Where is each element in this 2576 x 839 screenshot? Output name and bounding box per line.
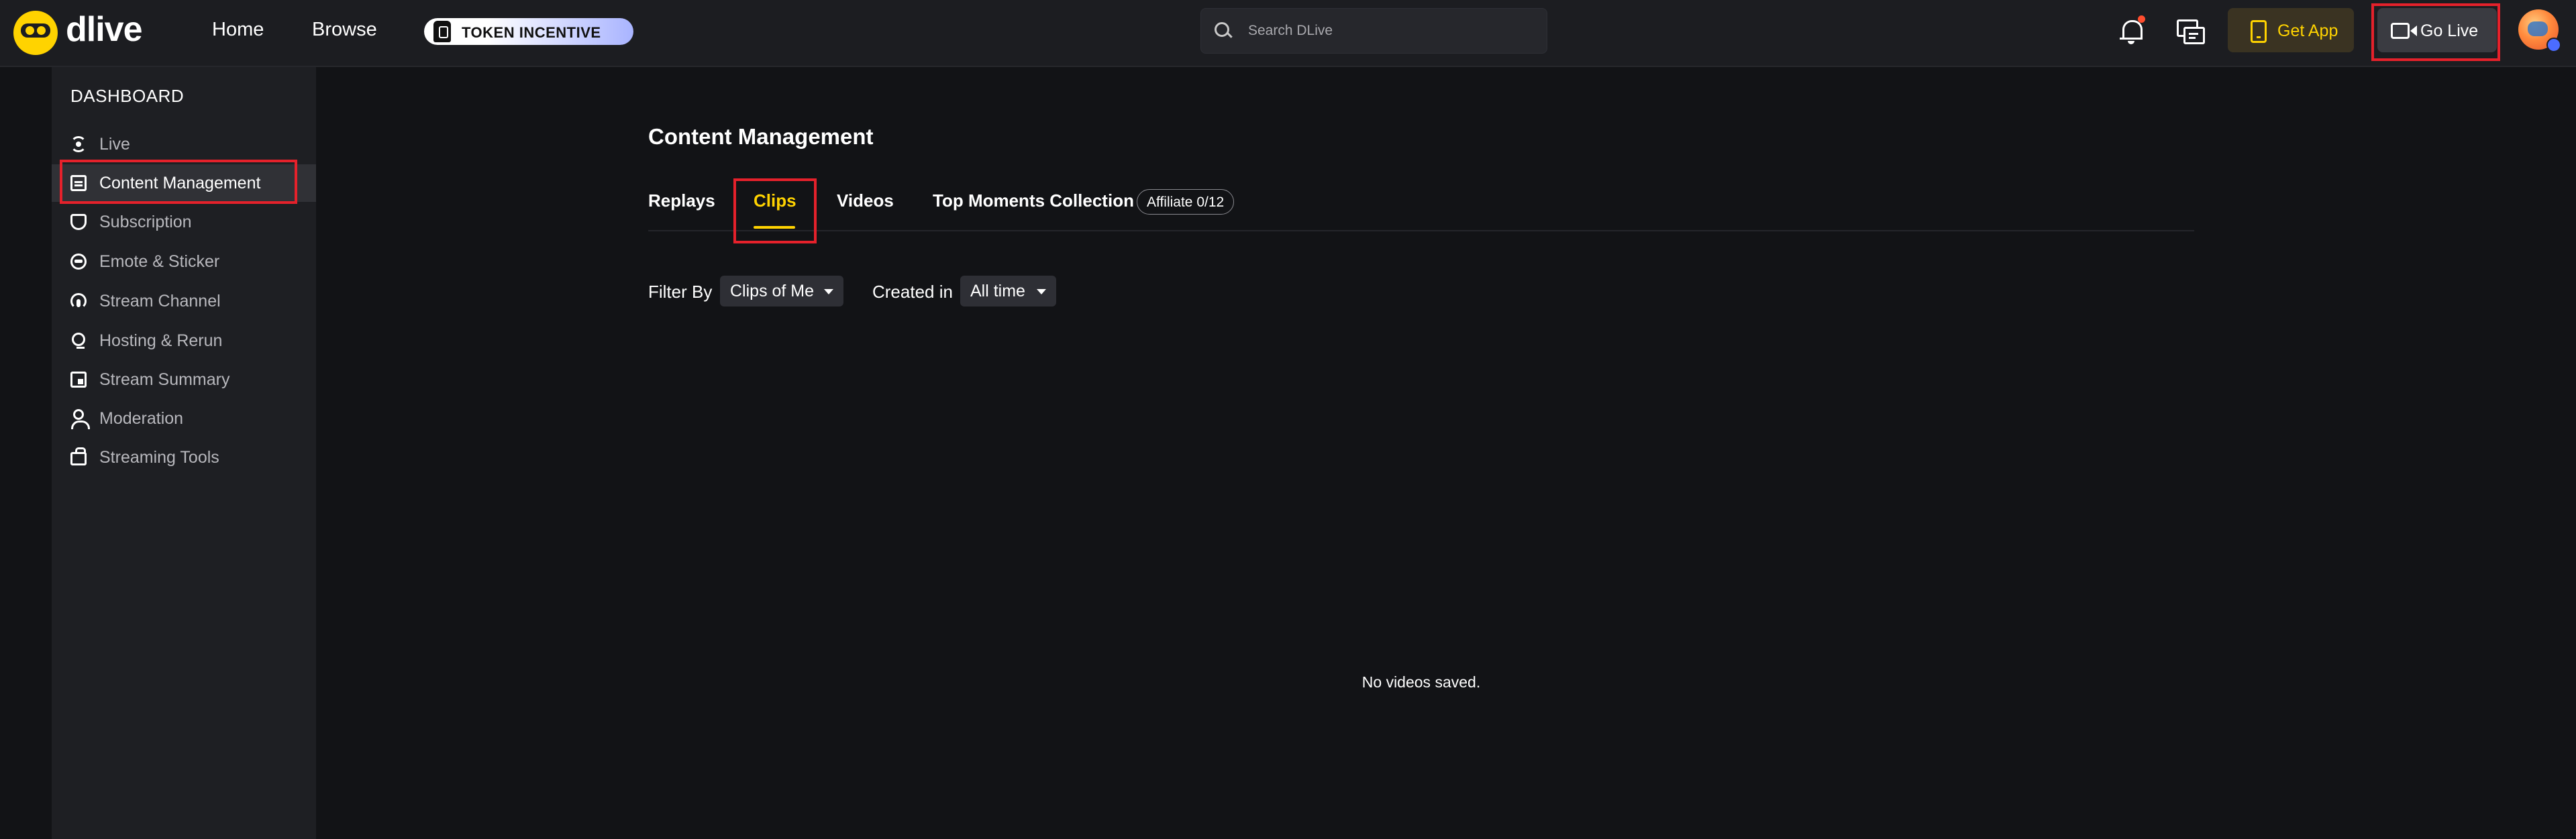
messages-button[interactable] (2177, 18, 2205, 45)
moderation-icon (71, 409, 90, 429)
hosting-icon (72, 333, 85, 349)
search-icon (1215, 22, 1229, 37)
dlive-logo-icon[interactable] (13, 11, 58, 55)
sidebar-item-emote-sticker[interactable]: Emote & Sticker (52, 243, 316, 280)
streaming-tools-icon (70, 447, 87, 465)
filter-by-label: Filter By (648, 282, 713, 302)
sidebar-item-label: Subscription (99, 213, 192, 231)
sidebar-item-stream-channel[interactable]: Stream Channel (52, 282, 316, 320)
video-camera-icon (2391, 23, 2417, 39)
sidebar-item-streaming-tools[interactable]: Streaming Tools (52, 439, 316, 476)
search-input[interactable] (1247, 18, 1538, 44)
sidebar-item-hosting-rerun[interactable]: Hosting & Rerun (52, 322, 316, 359)
tab-clips[interactable]: Clips (754, 190, 796, 211)
sidebar-item-content-management[interactable]: Content Management (52, 164, 316, 202)
caret-down-icon (1037, 289, 1046, 294)
page-title: Content Management (648, 124, 874, 149)
sidebar-item-label: Live (99, 135, 130, 154)
tab-videos[interactable]: Videos (837, 190, 894, 211)
dashboard-sidebar: DASHBOARD Live Content Management Subscr… (52, 67, 316, 839)
sidebar-item-subscription[interactable]: Subscription (52, 203, 316, 241)
caret-down-icon (824, 289, 833, 294)
lock-icon (433, 21, 451, 42)
token-incentive-banner[interactable]: TOKEN INCENTIVE (424, 18, 633, 45)
notifications-button[interactable] (2120, 15, 2145, 45)
empty-state-message: No videos saved. (1361, 673, 1481, 691)
sidebar-item-label: Stream Channel (99, 292, 221, 311)
filter-by-dropdown[interactable]: Clips of Me (720, 276, 843, 306)
top-bar: dlive Home Browse TOKEN INCENTIVE Get Ap… (0, 0, 2576, 67)
token-incentive-label: TOKEN INCENTIVE (462, 24, 601, 41)
filter-by-value: Clips of Me (730, 282, 815, 300)
tab-divider (648, 230, 2194, 231)
content-management-icon (70, 175, 87, 191)
sidebar-item-label: Hosting & Rerun (99, 331, 223, 350)
emote-icon (70, 254, 87, 270)
created-in-dropdown[interactable]: All time (960, 276, 1056, 306)
tab-replays[interactable]: Replays (648, 190, 715, 211)
notification-dot (2138, 15, 2145, 23)
sidebar-title: DASHBOARD (70, 86, 185, 106)
get-app-label: Get App (2277, 21, 2338, 40)
created-in-label: Created in (872, 282, 953, 302)
created-in-value: All time (970, 282, 1025, 300)
nav-browse-link[interactable]: Browse (312, 19, 377, 41)
user-avatar[interactable] (2518, 9, 2561, 52)
sidebar-item-label: Streaming Tools (99, 448, 219, 467)
tab-top-moments-collection[interactable]: Top Moments Collection (933, 190, 1134, 211)
sidebar-item-label: Content Management (99, 174, 261, 192)
subscription-icon (70, 214, 87, 230)
bell-icon (2122, 20, 2143, 40)
avatar-badge-icon (2546, 38, 2561, 52)
sidebar-item-label: Moderation (99, 409, 184, 428)
active-tab-indicator (754, 226, 795, 229)
stream-summary-icon (70, 372, 87, 388)
brand-name[interactable]: dlive (66, 9, 142, 50)
sidebar-item-live[interactable]: Live (52, 125, 316, 163)
live-icon (70, 136, 87, 152)
affiliate-badge: Affiliate 0/12 (1137, 189, 1235, 215)
sidebar-item-label: Stream Summary (99, 370, 230, 389)
phone-icon (2251, 20, 2267, 43)
nav-home-link[interactable]: Home (212, 19, 264, 41)
go-live-label: Go Live (2420, 21, 2479, 40)
sidebar-item-label: Emote & Sticker (99, 252, 220, 271)
search-bar[interactable] (1200, 8, 1547, 54)
go-live-button[interactable]: Go Live (2377, 8, 2497, 52)
sidebar-item-stream-summary[interactable]: Stream Summary (52, 361, 316, 398)
get-app-button[interactable]: Get App (2228, 8, 2354, 52)
sidebar-item-moderation[interactable]: Moderation (52, 400, 316, 437)
stream-channel-icon (70, 293, 87, 309)
